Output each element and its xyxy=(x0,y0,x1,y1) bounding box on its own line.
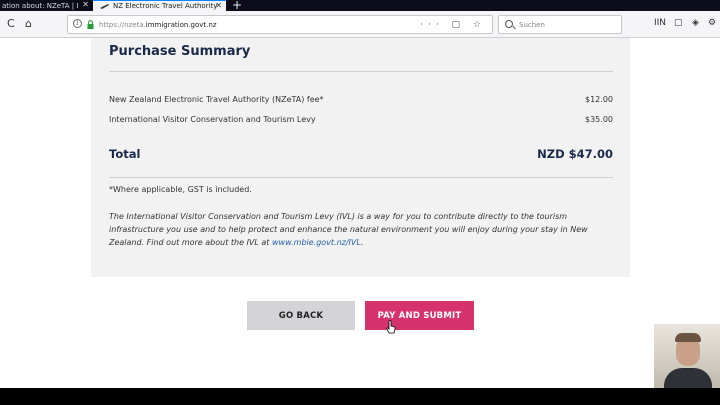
address-bar[interactable]: i https://nzeta.immigration.govt.nz ··· … xyxy=(67,15,493,34)
webcam-overlay xyxy=(654,324,720,394)
hand-cursor-icon xyxy=(386,320,396,334)
ivl-note: The International Visitor Conservation a… xyxy=(109,210,613,249)
navigation-bar: C ⌂ i https://nzeta.immigration.govt.nz … xyxy=(0,11,720,38)
ivl-link[interactable]: www.mbie.govt.nz/IVL xyxy=(272,238,361,247)
lock-icon xyxy=(87,20,94,29)
purchase-summary-panel: Purchase Summary New Zealand Electronic … xyxy=(91,38,630,277)
reload-icon[interactable]: C xyxy=(7,17,15,31)
page-actions-icon[interactable]: ··· ▢ ☆ xyxy=(420,18,486,32)
total-amount: NZD $47.00 xyxy=(537,147,613,161)
fee-row-ivl: International Visitor Conservation and T… xyxy=(109,115,613,124)
info-icon[interactable]: i xyxy=(73,19,82,28)
total-row: Total NZD $47.00 xyxy=(109,147,613,161)
fee-label: New Zealand Electronic Travel Authority … xyxy=(109,95,324,104)
url-prefix: https://nzeta. xyxy=(99,21,146,29)
tab-strip: ation about: NZeTA | I ✕ NZ Electronic T… xyxy=(0,0,720,12)
ivl-link-suffix: . xyxy=(360,238,364,247)
close-icon[interactable]: ✕ xyxy=(82,0,89,9)
tab-title: ation about: NZeTA | I xyxy=(2,1,79,10)
fee-label: International Visitor Conservation and T… xyxy=(109,115,316,124)
pay-and-submit-button[interactable]: PAY AND SUBMIT xyxy=(365,301,474,330)
search-input[interactable]: Suchen xyxy=(498,15,622,34)
search-placeholder: Suchen xyxy=(519,21,545,29)
url-domain: immigration.govt.nz xyxy=(145,21,217,29)
tab-title: NZ Electronic Travel Authority xyxy=(113,2,218,10)
gst-note: *Where applicable, GST is included. xyxy=(109,185,252,194)
home-icon[interactable]: ⌂ xyxy=(25,17,32,31)
library-icon[interactable]: IIN xyxy=(654,18,666,28)
sidebar-icon[interactable]: ▢ xyxy=(674,18,683,28)
fee-amount: $12.00 xyxy=(585,95,613,104)
fee-amount: $35.00 xyxy=(585,115,613,124)
fee-row-nzeta: New Zealand Electronic Travel Authority … xyxy=(109,95,613,104)
page-content: Purchase Summary New Zealand Electronic … xyxy=(0,38,720,388)
close-icon[interactable]: ✕ xyxy=(215,1,222,10)
plane-icon xyxy=(100,4,109,9)
divider xyxy=(109,177,613,178)
bottom-letterbox xyxy=(0,388,720,405)
purchase-summary-title: Purchase Summary xyxy=(109,44,251,59)
total-label: Total xyxy=(109,147,141,161)
webcam-person-hair xyxy=(675,333,701,342)
menu-icon[interactable]: ⚙ xyxy=(708,18,716,28)
tab-nz-electronic-travel-authority[interactable]: NZ Electronic Travel Authority ✕ xyxy=(93,0,226,11)
go-back-button[interactable]: GO BACK xyxy=(247,301,355,330)
url-text: https://nzeta.immigration.govt.nz xyxy=(99,18,217,32)
tab-nzeta-info[interactable]: ation about: NZeTA | I ✕ xyxy=(0,0,92,11)
extension-icon[interactable]: ◈ xyxy=(692,18,699,28)
search-icon xyxy=(505,20,513,28)
divider xyxy=(109,71,613,72)
